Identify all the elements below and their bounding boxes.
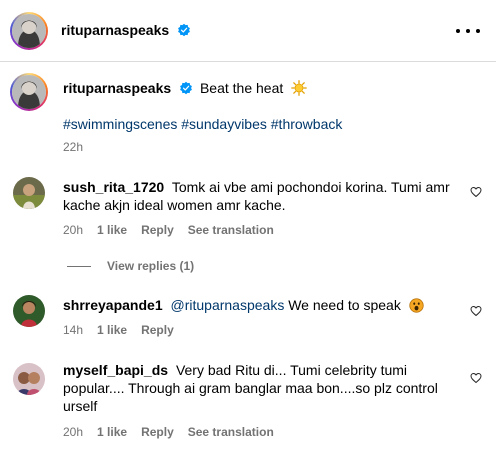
comment-likes[interactable]: 1 like bbox=[97, 323, 127, 337]
reply-button[interactable]: Reply bbox=[141, 223, 174, 237]
comment-timestamp[interactable]: 20h bbox=[63, 425, 83, 439]
caption-hashtags[interactable]: #swimmingscenes #sundayvibes #throwback bbox=[63, 115, 456, 133]
comment-text: shrreyapande1 @rituparnaspeaks We need t… bbox=[63, 296, 456, 314]
reply-button[interactable]: Reply bbox=[141, 323, 174, 337]
post-header: rituparnaspeaks bbox=[0, 0, 496, 62]
mention-link[interactable]: @rituparnaspeaks bbox=[171, 297, 285, 313]
caption-avatar-ring[interactable] bbox=[10, 73, 48, 111]
comment-meta: 20h 1 like Reply See translation bbox=[63, 425, 274, 439]
comment-item: shrreyapande1 @rituparnaspeaks We need t… bbox=[0, 287, 496, 347]
caption-text-row: rituparnaspeaks Beat the heat bbox=[63, 79, 456, 97]
comment-item: myself_bapi_ds Very bad Ritu di... Tumi … bbox=[0, 352, 496, 452]
avatar bbox=[12, 14, 46, 48]
comment-username[interactable]: sush_rita_1720 bbox=[63, 179, 164, 195]
see-translation-button[interactable]: See translation bbox=[188, 425, 274, 439]
comment-likes[interactable]: 1 like bbox=[97, 425, 127, 439]
comment-likes[interactable]: 1 like bbox=[97, 223, 127, 237]
more-options-icon[interactable] bbox=[456, 22, 480, 40]
heart-icon[interactable] bbox=[470, 305, 482, 317]
sun-emoji-icon bbox=[291, 80, 307, 96]
header-username[interactable]: rituparnaspeaks bbox=[61, 22, 169, 38]
comment-meta: 14h 1 like Reply bbox=[63, 323, 174, 337]
avatar[interactable] bbox=[13, 177, 45, 209]
header-username-row: rituparnaspeaks bbox=[61, 22, 191, 38]
view-replies-line bbox=[67, 265, 91, 267]
avatar bbox=[12, 75, 46, 109]
caption-username[interactable]: rituparnaspeaks bbox=[63, 80, 171, 96]
comment-username[interactable]: myself_bapi_ds bbox=[63, 362, 168, 378]
comment-text: sush_rita_1720 Tomk ai vbe ami pochondoi… bbox=[63, 178, 456, 214]
comment-timestamp[interactable]: 20h bbox=[63, 223, 83, 237]
heart-icon[interactable] bbox=[470, 186, 482, 198]
view-replies-label: View replies (1) bbox=[107, 259, 195, 273]
profile-avatar-ring[interactable] bbox=[10, 12, 48, 50]
avatar[interactable] bbox=[13, 295, 45, 327]
post-caption: rituparnaspeaks Beat the heat #swimmings… bbox=[0, 62, 496, 162]
comment-text: myself_bapi_ds Very bad Ritu di... Tumi … bbox=[63, 361, 456, 415]
comment-timestamp[interactable]: 14h bbox=[63, 323, 83, 337]
caption-timestamp[interactable]: 22h bbox=[63, 140, 83, 154]
caption-text: Beat the heat bbox=[199, 80, 284, 96]
view-replies-button[interactable]: View replies (1) bbox=[67, 259, 194, 273]
reply-button[interactable]: Reply bbox=[141, 425, 174, 439]
caption-meta: 22h bbox=[63, 140, 83, 154]
verified-badge-icon bbox=[178, 23, 191, 37]
verified-badge-icon bbox=[180, 81, 193, 95]
comment-meta: 20h 1 like Reply See translation bbox=[63, 223, 274, 237]
astonished-face-emoji-icon bbox=[409, 298, 424, 313]
comment-item: sush_rita_1720 Tomk ai vbe ami pochondoi… bbox=[0, 170, 496, 260]
see-translation-button[interactable]: See translation bbox=[188, 223, 274, 237]
heart-icon[interactable] bbox=[470, 372, 482, 384]
comment-username[interactable]: shrreyapande1 bbox=[63, 297, 163, 313]
comment-content: We need to speak bbox=[288, 297, 401, 313]
avatar[interactable] bbox=[13, 363, 45, 395]
